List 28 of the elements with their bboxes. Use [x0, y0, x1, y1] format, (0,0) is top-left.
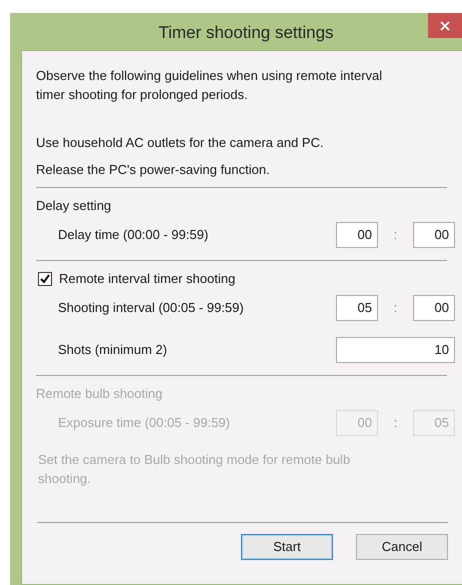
- field-label: Exposure time (00:05 - 99:59): [58, 414, 231, 432]
- seconds-field: 05: [413, 410, 455, 436]
- seconds-field[interactable]: 00: [413, 222, 455, 248]
- checkbox-label[interactable]: Remote interval timer shooting: [59, 269, 236, 289]
- field-label: Delay time (00:00 - 99:59): [58, 226, 210, 244]
- close-icon: [440, 20, 450, 30]
- dialog-button[interactable]: Cancel: [356, 534, 448, 560]
- field-label: Shots (minimum 2): [58, 341, 168, 360]
- shots-field[interactable]: 10: [336, 337, 455, 363]
- minutes-field[interactable]: 00: [336, 222, 378, 248]
- field-label: Shooting interval (00:05 - 99:59): [58, 299, 245, 318]
- dialog-button[interactable]: Start: [241, 534, 333, 560]
- time-separator: :: [392, 226, 398, 244]
- minutes-field: 00: [336, 410, 378, 436]
- section-heading: Remote bulb shooting: [36, 385, 164, 404]
- window-title: Timer shooting settings: [157, 22, 335, 44]
- minutes-field[interactable]: 05: [336, 295, 378, 321]
- time-separator: :: [392, 299, 398, 318]
- close-button[interactable]: [428, 13, 462, 38]
- time-separator: :: [392, 414, 398, 432]
- guideline-text: Use household AC outlets for the camera and PC.: [36, 134, 325, 152]
- guideline-text: Release the PC's power-saving function.: [36, 161, 271, 179]
- note-text: Set the camera to Bulb shooting mode for remote bulb shooting.: [38, 451, 352, 488]
- seconds-field[interactable]: 00: [413, 295, 455, 321]
- checkbox[interactable]: [38, 272, 52, 286]
- check-icon: [40, 274, 50, 284]
- guideline-text: Observe the following guidelines when using remote interval timer shooting for prolonged periods.: [36, 67, 384, 104]
- section-heading: Delay setting: [36, 197, 112, 216]
